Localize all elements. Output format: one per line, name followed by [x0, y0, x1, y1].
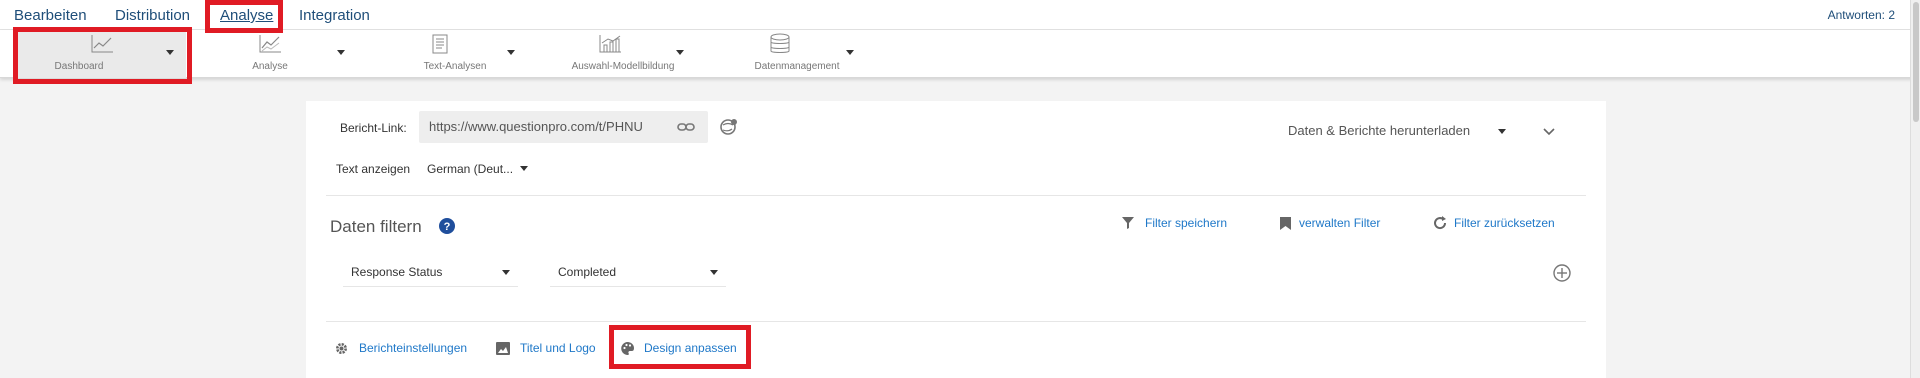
gear-icon — [336, 343, 347, 354]
chevron-down-icon[interactable] — [676, 50, 684, 55]
toolbar-item-label: Auswahl-Modellbildung — [571, 61, 675, 72]
filter-field-value: Response Status — [351, 265, 443, 279]
database-icon — [770, 33, 790, 53]
chevron-down-icon[interactable] — [1498, 129, 1506, 134]
toolbar-item-label: Analyse — [252, 61, 288, 72]
scrollbar[interactable] — [1910, 0, 1920, 378]
report-panel: Bericht-Link: https://www.questionpro.co… — [306, 101, 1606, 378]
filter-title: Daten filtern — [330, 217, 422, 236]
language-select[interactable]: German (Deut... — [427, 162, 513, 176]
reset-filter-link[interactable]: Filter zurücksetzen — [1454, 216, 1555, 230]
line-chart-icon — [91, 35, 113, 53]
tab-distribution[interactable]: Distribution — [115, 7, 190, 24]
chevron-down-icon[interactable] — [337, 50, 345, 55]
text-display-label: Text anzeigen — [336, 162, 411, 176]
toolbar-item-datenmanagement[interactable]: Datenmanagement — [722, 30, 862, 78]
divider — [326, 195, 1586, 196]
report-link-label: Bericht-Link: — [340, 121, 407, 135]
report-settings-link[interactable]: Berichteinstellungen — [359, 341, 467, 355]
chevron-down-icon[interactable] — [520, 166, 528, 171]
toolbar-item-dashboard[interactable]: Dashboard — [18, 30, 186, 78]
link-icon[interactable] — [677, 120, 695, 134]
help-icon[interactable]: ? — [439, 218, 455, 234]
chevron-down-icon[interactable] — [846, 50, 854, 55]
scrollbar-thumb[interactable] — [1913, 2, 1919, 122]
analysis-toolbar: Dashboard Analyse Text-Analysen Auswahl-… — [0, 30, 1920, 78]
report-link-value: https://www.questionpro.com/t/PHNU — [429, 119, 643, 134]
chevron-down-icon — [710, 270, 718, 275]
text-document-icon — [432, 34, 448, 54]
bar-line-chart-icon — [599, 35, 621, 53]
title-logo-link[interactable]: Titel und Logo — [520, 341, 596, 355]
reset-icon — [1434, 216, 1447, 230]
toolbar-item-label: Dashboard — [54, 61, 104, 72]
divider — [326, 321, 1586, 322]
toolbar-item-text-analysen[interactable]: Text-Analysen — [395, 30, 525, 78]
chevron-down-icon[interactable] — [507, 50, 515, 55]
filter-value-value: Completed — [558, 265, 617, 279]
toolbar-item-analyse[interactable]: Analyse — [230, 30, 360, 78]
tab-integration[interactable]: Integration — [299, 7, 370, 24]
line-chart-icon — [259, 35, 281, 53]
design-customize-link[interactable]: Design anpassen — [644, 341, 737, 355]
tab-bearbeiten[interactable]: Bearbeiten — [14, 7, 87, 24]
manage-filter-link[interactable]: verwalten Filter — [1299, 216, 1380, 230]
toolbar-item-label: Text-Analysen — [423, 61, 487, 72]
image-icon — [496, 342, 510, 355]
filter-field-select[interactable]: Response Status — [343, 257, 518, 287]
filter-value-select[interactable]: Completed — [550, 257, 726, 287]
toolbar-item-auswahl-modellbildung[interactable]: Auswahl-Modellbildung — [548, 30, 688, 78]
top-navigation: Bearbeiten Distribution Analyse Integrat… — [0, 0, 1920, 30]
chevron-down-icon — [502, 270, 510, 275]
toolbar-item-label: Datenmanagement — [754, 61, 840, 72]
collapse-chevron-icon[interactable] — [1542, 127, 1556, 137]
filter-icon — [1122, 217, 1134, 229]
save-filter-link[interactable]: Filter speichern — [1145, 216, 1227, 230]
answers-count: Antworten: 2 — [1827, 8, 1895, 22]
add-filter-icon[interactable] — [1553, 264, 1571, 282]
svg-text:?: ? — [444, 221, 451, 233]
chevron-down-icon[interactable] — [166, 50, 174, 55]
bookmark-icon — [1280, 217, 1291, 230]
globe-settings-icon[interactable] — [719, 117, 739, 137]
download-reports-dropdown[interactable]: Daten & Berichte herunterladen — [1288, 123, 1470, 138]
tab-analyse[interactable]: Analyse — [220, 7, 273, 24]
palette-icon — [621, 342, 634, 356]
report-link-field[interactable]: https://www.questionpro.com/t/PHNU — [419, 111, 708, 143]
